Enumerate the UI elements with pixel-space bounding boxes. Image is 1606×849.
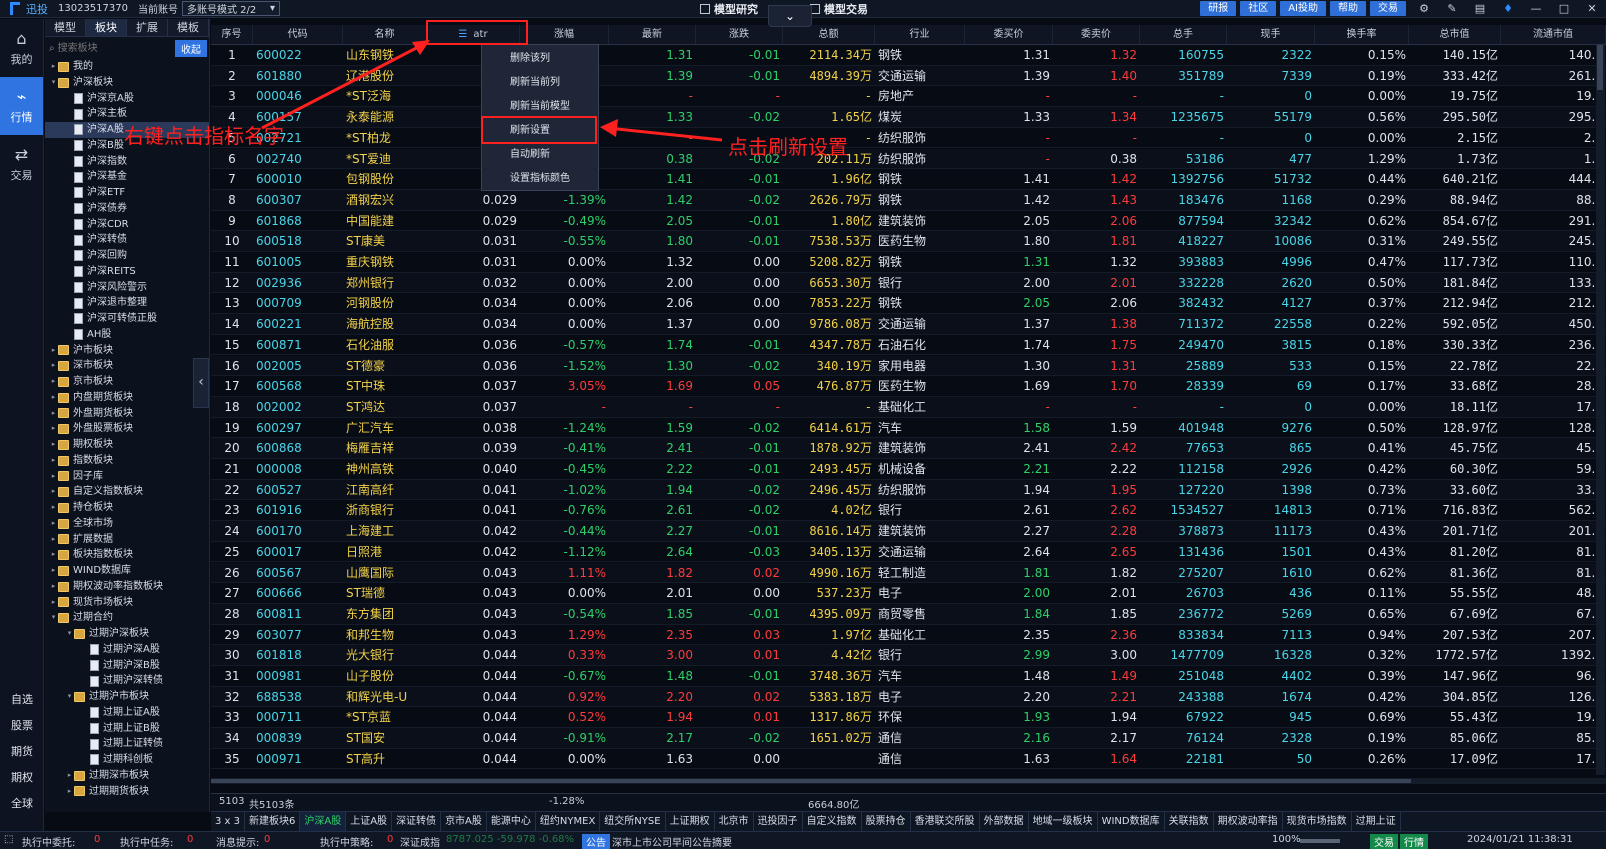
highlight-atr-header (426, 20, 528, 45)
annotation-right-click: 右键点击指标名字 (124, 124, 284, 148)
arrow-to-header (261, 42, 425, 130)
highlight-refresh-settings (481, 116, 597, 144)
annotation-click-refresh: 点击刷新设置 (728, 135, 848, 159)
arrowhead-menu (600, 119, 618, 137)
arrow-to-menu (607, 126, 723, 142)
